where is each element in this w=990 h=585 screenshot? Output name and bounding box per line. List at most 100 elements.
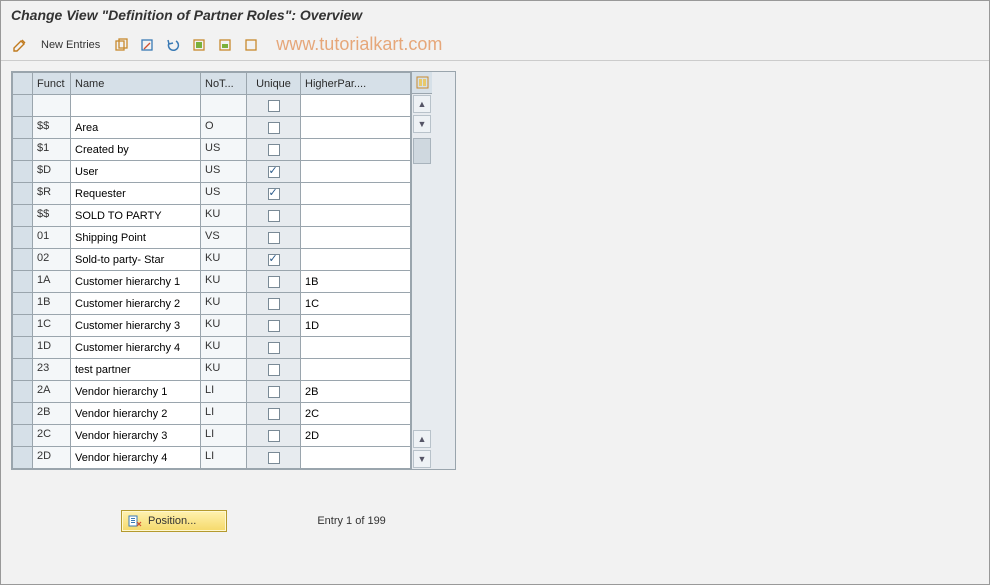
- select-all-icon[interactable]: [188, 35, 210, 55]
- cell-funct[interactable]: 23: [33, 359, 70, 380]
- cell-funct[interactable]: [33, 95, 70, 116]
- cell-higher[interactable]: [301, 117, 410, 138]
- row-selector[interactable]: [13, 205, 33, 227]
- cell-not[interactable]: VS: [201, 227, 246, 248]
- row-selector[interactable]: [13, 315, 33, 337]
- cell-not[interactable]: US: [201, 139, 246, 160]
- cell-funct[interactable]: $1: [33, 139, 70, 160]
- select-block-icon[interactable]: [214, 35, 236, 55]
- scroll-thumb[interactable]: [413, 138, 431, 164]
- cell-name[interactable]: [71, 315, 200, 336]
- cell-higher[interactable]: [301, 315, 410, 336]
- cell-higher[interactable]: [301, 337, 410, 358]
- cell-higher[interactable]: [301, 447, 410, 468]
- cell-not[interactable]: KU: [201, 359, 246, 380]
- cell-not[interactable]: LI: [201, 403, 246, 424]
- cell-not[interactable]: US: [201, 183, 246, 204]
- cell-unique-checkbox[interactable]: [268, 364, 280, 376]
- cell-name[interactable]: [71, 359, 200, 380]
- row-selector[interactable]: [13, 293, 33, 315]
- cell-not[interactable]: KU: [201, 293, 246, 314]
- col-header-unique[interactable]: Unique: [247, 73, 301, 95]
- cell-not[interactable]: LI: [201, 425, 246, 446]
- cell-funct[interactable]: $$: [33, 205, 70, 226]
- cell-higher[interactable]: [301, 249, 410, 270]
- cell-name[interactable]: [71, 183, 200, 204]
- cell-name[interactable]: [71, 205, 200, 226]
- row-selector[interactable]: [13, 359, 33, 381]
- scroll-step-up-icon[interactable]: ▼: [413, 115, 431, 133]
- cell-funct[interactable]: 01: [33, 227, 70, 248]
- cell-funct[interactable]: 2B: [33, 403, 70, 424]
- cell-name[interactable]: [71, 447, 200, 468]
- cell-higher[interactable]: [301, 425, 410, 446]
- cell-not[interactable]: KU: [201, 337, 246, 358]
- cell-not[interactable]: KU: [201, 315, 246, 336]
- row-selector[interactable]: [13, 425, 33, 447]
- cell-name[interactable]: [71, 227, 200, 248]
- cell-funct[interactable]: 2C: [33, 425, 70, 446]
- cell-higher[interactable]: [301, 227, 410, 248]
- configure-columns-icon[interactable]: [412, 72, 432, 94]
- cell-name[interactable]: [71, 425, 200, 446]
- cell-funct[interactable]: 1B: [33, 293, 70, 314]
- cell-funct[interactable]: 1C: [33, 315, 70, 336]
- row-selector[interactable]: [13, 249, 33, 271]
- cell-higher[interactable]: [301, 183, 410, 204]
- delete-icon[interactable]: [136, 35, 158, 55]
- cell-not[interactable]: KU: [201, 249, 246, 270]
- cell-higher[interactable]: [301, 293, 410, 314]
- cell-higher[interactable]: [301, 359, 410, 380]
- cell-higher[interactable]: [301, 139, 410, 160]
- cell-funct[interactable]: 02: [33, 249, 70, 270]
- cell-funct[interactable]: $R: [33, 183, 70, 204]
- cell-name[interactable]: [71, 271, 200, 292]
- cell-not[interactable]: LI: [201, 447, 246, 468]
- row-selector[interactable]: [13, 95, 33, 117]
- deselect-all-icon[interactable]: [240, 35, 262, 55]
- cell-unique-checkbox[interactable]: [268, 386, 280, 398]
- new-entries-button[interactable]: New Entries: [35, 35, 106, 55]
- row-selector[interactable]: [13, 337, 33, 359]
- cell-funct[interactable]: 1A: [33, 271, 70, 292]
- cell-funct[interactable]: $$: [33, 117, 70, 138]
- row-selector[interactable]: [13, 183, 33, 205]
- cell-name[interactable]: [71, 337, 200, 358]
- col-header-higher[interactable]: HigherPar....: [301, 73, 411, 95]
- cell-not[interactable]: KU: [201, 271, 246, 292]
- cell-unique-checkbox[interactable]: [268, 298, 280, 310]
- scroll-down-icon[interactable]: ▼: [413, 450, 431, 468]
- cell-unique-checkbox[interactable]: [268, 408, 280, 420]
- row-selector[interactable]: [13, 447, 33, 469]
- cell-unique-checkbox[interactable]: [268, 276, 280, 288]
- col-header-select[interactable]: [13, 73, 33, 95]
- col-header-funct[interactable]: Funct: [33, 73, 71, 95]
- row-selector[interactable]: [13, 271, 33, 293]
- cell-unique-checkbox[interactable]: [268, 166, 280, 178]
- cell-unique-checkbox[interactable]: [268, 144, 280, 156]
- undo-icon[interactable]: [162, 35, 184, 55]
- row-selector[interactable]: [13, 381, 33, 403]
- cell-unique-checkbox[interactable]: [268, 430, 280, 442]
- col-header-name[interactable]: Name: [71, 73, 201, 95]
- col-header-not[interactable]: NoT...: [201, 73, 247, 95]
- cell-unique-checkbox[interactable]: [268, 452, 280, 464]
- row-selector[interactable]: [13, 161, 33, 183]
- cell-name[interactable]: [71, 95, 200, 116]
- cell-name[interactable]: [71, 161, 200, 182]
- cell-name[interactable]: [71, 381, 200, 402]
- scroll-up-icon[interactable]: ▲: [413, 95, 431, 113]
- cell-name[interactable]: [71, 117, 200, 138]
- toggle-display-change-icon[interactable]: [9, 35, 31, 55]
- cell-unique-checkbox[interactable]: [268, 188, 280, 200]
- cell-not[interactable]: KU: [201, 205, 246, 226]
- cell-higher[interactable]: [301, 161, 410, 182]
- cell-name[interactable]: [71, 139, 200, 160]
- cell-name[interactable]: [71, 293, 200, 314]
- cell-not[interactable]: US: [201, 161, 246, 182]
- cell-funct[interactable]: 1D: [33, 337, 70, 358]
- cell-unique-checkbox[interactable]: [268, 320, 280, 332]
- copy-as-icon[interactable]: [110, 35, 132, 55]
- cell-funct[interactable]: 2D: [33, 447, 70, 468]
- row-selector[interactable]: [13, 117, 33, 139]
